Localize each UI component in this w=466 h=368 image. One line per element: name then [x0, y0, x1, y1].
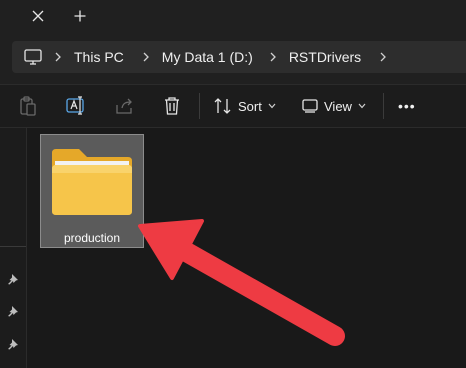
file-explorer-window: This PC My Data 1 (D:) RSTDrivers Sort V… — [0, 0, 466, 368]
annotation-arrow — [138, 219, 345, 346]
